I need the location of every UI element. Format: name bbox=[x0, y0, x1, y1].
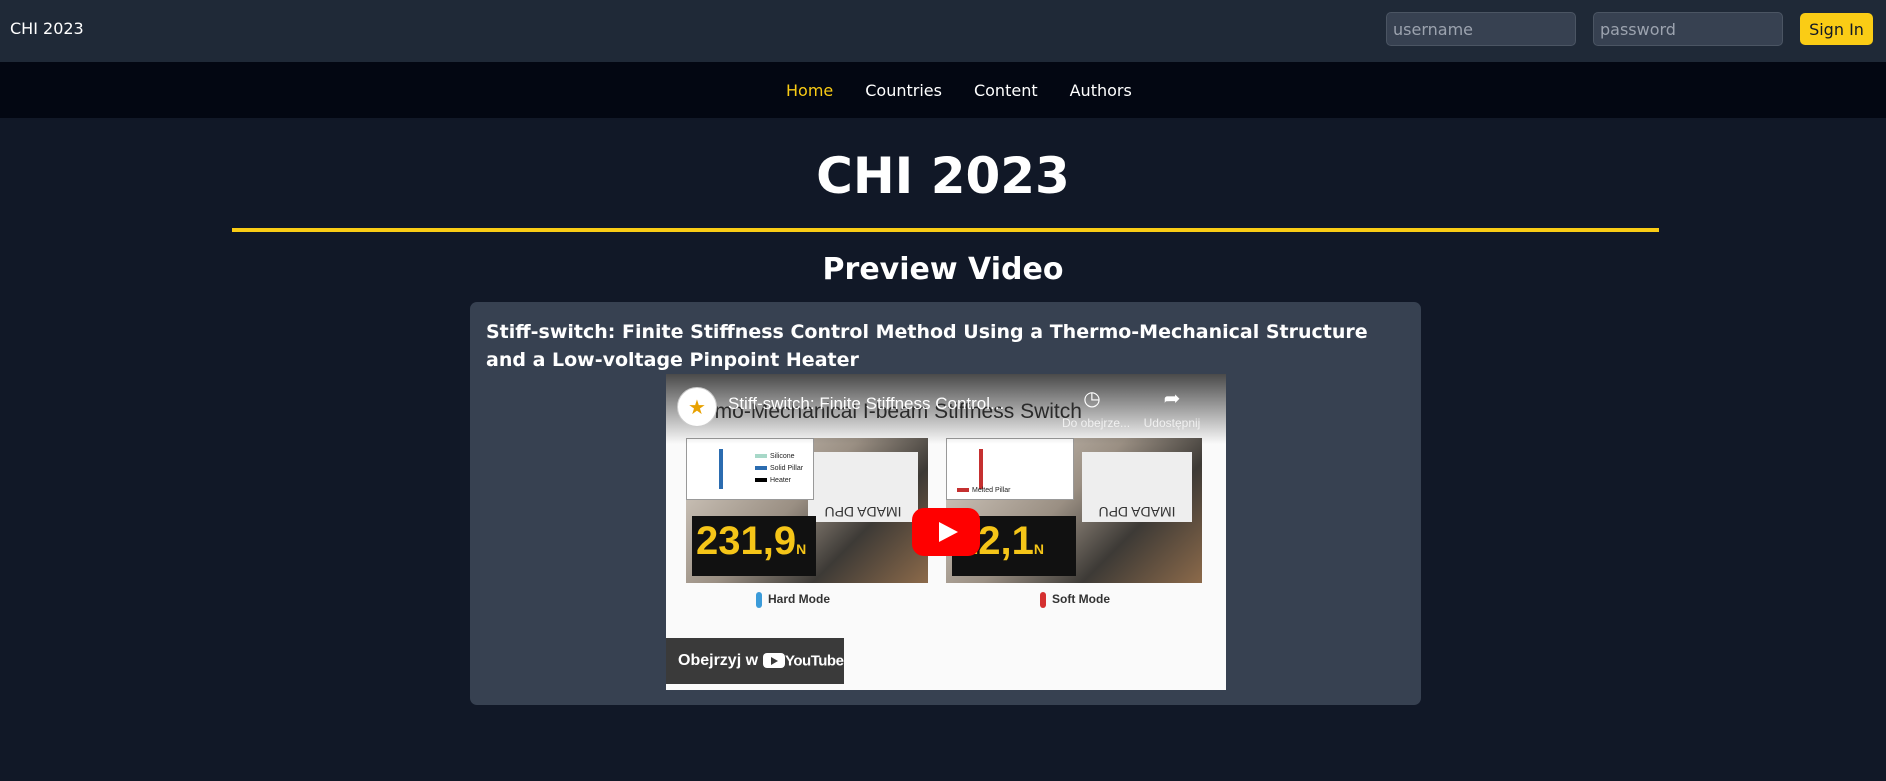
thermometer-cold-icon bbox=[756, 592, 762, 608]
hard-mode-label: Hard Mode bbox=[768, 592, 831, 607]
readout-right-unit: N bbox=[1033, 541, 1044, 557]
top-bar: CHI 2023 Sign In bbox=[0, 0, 1886, 62]
hard-mode-caption: Hard Mode bbox=[756, 592, 830, 608]
video-frame-right: IMADA DPU Melted Pillar 12,1N bbox=[946, 438, 1202, 583]
sign-in-button[interactable]: Sign In bbox=[1800, 13, 1873, 45]
nav-authors[interactable]: Authors bbox=[1070, 81, 1132, 100]
section-title: Preview Video bbox=[822, 252, 1064, 287]
youtube-logo-icon: YouTube bbox=[763, 652, 844, 670]
legend-left: Silicone Solid Pillar Heater bbox=[686, 438, 814, 500]
device-label-left: IMADA DPU bbox=[808, 452, 918, 522]
nav-content[interactable]: Content bbox=[974, 81, 1038, 100]
legend-melted-pillar: Melted Pillar bbox=[972, 487, 1011, 494]
nav-home[interactable]: Home bbox=[786, 81, 833, 100]
main-nav: Home Countries Content Authors bbox=[0, 62, 1886, 118]
legend-silicone: Silicone bbox=[770, 453, 795, 460]
legend-heater: Heater bbox=[770, 477, 792, 484]
legend-solid-pillar: Solid Pillar bbox=[770, 465, 804, 472]
watch-later-label: Do obejrze... bbox=[1062, 416, 1131, 430]
clock-icon: ◷ bbox=[1083, 386, 1101, 410]
watch-on-label: Obejrzyj w bbox=[678, 652, 759, 669]
thermometer-hot-icon bbox=[1040, 592, 1046, 608]
soft-mode-caption: Soft Mode bbox=[1040, 592, 1110, 608]
channel-avatar-icon[interactable]: ★ bbox=[677, 387, 717, 427]
legend-right: Melted Pillar bbox=[946, 438, 1074, 500]
youtube-player[interactable]: IMADA DPU Silicone Solid Pillar Heater 2… bbox=[666, 374, 1226, 690]
share-label: Udostępnij bbox=[1143, 416, 1201, 430]
video-card: Stiff-switch: Finite Stiffness Control M… bbox=[470, 302, 1421, 705]
page-title: CHI 2023 bbox=[816, 147, 1070, 205]
readout-left-unit: N bbox=[796, 541, 807, 557]
play-button[interactable] bbox=[912, 508, 980, 556]
brand-title[interactable]: CHI 2023 bbox=[10, 19, 84, 38]
share-button[interactable]: ➦ Udostępnij bbox=[1132, 386, 1212, 430]
youtube-wordmark: YouTube bbox=[785, 652, 844, 670]
soft-mode-label: Soft Mode bbox=[1052, 592, 1110, 607]
video-frame-left: IMADA DPU Silicone Solid Pillar Heater 2… bbox=[686, 438, 928, 583]
watch-later-button[interactable]: ◷ Do obejrze... bbox=[1062, 386, 1131, 430]
password-input[interactable] bbox=[1593, 12, 1783, 46]
player-video-title[interactable]: Stiff-switch: Finite Stiffness Control..… bbox=[728, 394, 1028, 414]
readout-left: 231,9N bbox=[692, 516, 816, 576]
username-input[interactable] bbox=[1386, 12, 1576, 46]
device-label-right: IMADA DPU bbox=[1082, 452, 1192, 522]
readout-left-value: 231,9 bbox=[696, 519, 797, 563]
watch-on-youtube-button[interactable]: Obejrzyj w YouTube bbox=[666, 638, 844, 684]
title-divider bbox=[232, 228, 1659, 232]
nav-countries[interactable]: Countries bbox=[865, 81, 942, 100]
share-arrow-icon: ➦ bbox=[1163, 386, 1181, 410]
video-title: Stiff-switch: Finite Stiffness Control M… bbox=[486, 321, 1368, 371]
